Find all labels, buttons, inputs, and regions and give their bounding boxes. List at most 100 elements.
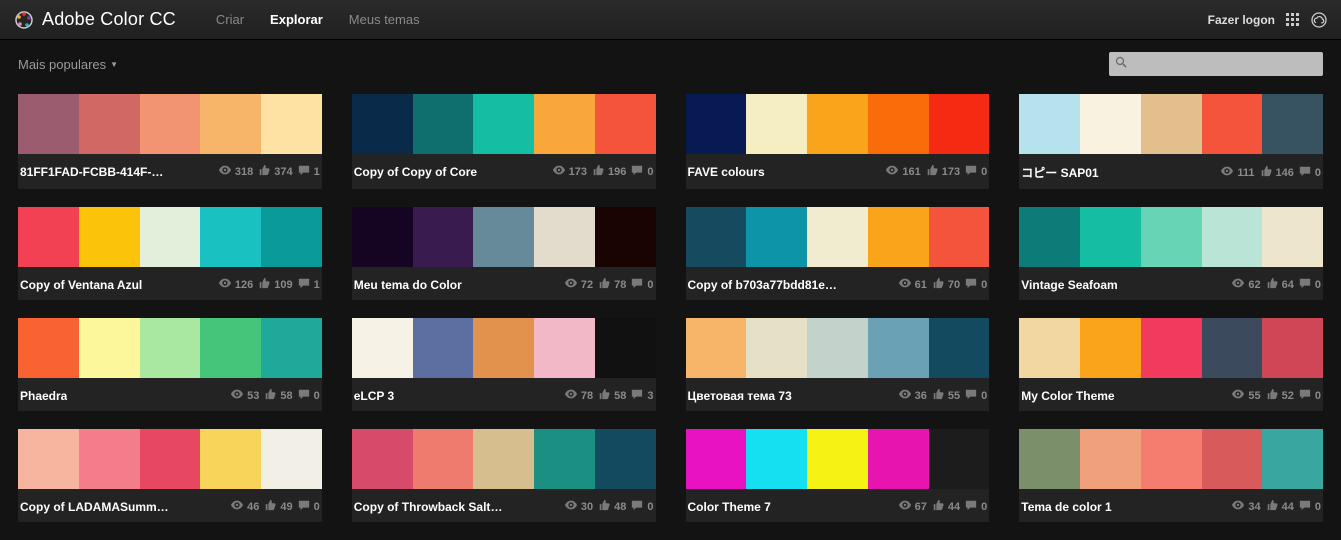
search-box[interactable]: [1109, 52, 1323, 76]
eye-stat[interactable]: 78: [564, 388, 593, 403]
theme-swatches[interactable]: [686, 94, 990, 154]
eye-stat[interactable]: 161: [885, 164, 920, 179]
theme-stats: 34 44 0: [1231, 499, 1321, 514]
theme-swatches[interactable]: [686, 318, 990, 378]
theme-title[interactable]: Color Theme 7: [688, 500, 771, 514]
theme-swatches[interactable]: [686, 207, 990, 267]
theme-swatches[interactable]: [352, 318, 656, 378]
eye-stat[interactable]: 36: [898, 388, 927, 403]
stat-value: 58: [280, 390, 292, 402]
thumb-up-stat[interactable]: 48: [597, 499, 626, 514]
eye-stat[interactable]: 55: [1231, 388, 1260, 403]
theme-title[interactable]: Цветовая тема 73: [688, 389, 792, 403]
eye-stat[interactable]: 34: [1231, 499, 1260, 514]
swatch: [868, 429, 929, 489]
theme-title[interactable]: My Color Theme: [1021, 389, 1114, 403]
eye-stat[interactable]: 46: [230, 499, 259, 514]
nav-my-themes[interactable]: Meus temas: [349, 12, 420, 27]
theme-swatches[interactable]: [352, 207, 656, 267]
thumb-up-stat[interactable]: 44: [931, 499, 960, 514]
stat-value: 36: [915, 390, 927, 402]
theme-title[interactable]: Vintage Seafoam: [1021, 278, 1117, 292]
theme-swatches[interactable]: [1019, 207, 1323, 267]
apps-grid-icon[interactable]: [1285, 12, 1301, 28]
theme-swatches[interactable]: [18, 207, 322, 267]
comment-stat[interactable]: 0: [1298, 277, 1321, 292]
comment-stat[interactable]: 0: [630, 499, 653, 514]
eye-stat[interactable]: 62: [1231, 277, 1260, 292]
eye-stat[interactable]: 111: [1220, 165, 1254, 180]
comment-stat[interactable]: 0: [630, 277, 653, 292]
theme-title[interactable]: Tema de color 1: [1021, 500, 1111, 514]
comment-stat[interactable]: 0: [1298, 165, 1321, 180]
comment-stat[interactable]: 0: [297, 499, 320, 514]
thumb-up-stat[interactable]: 44: [1265, 499, 1294, 514]
theme-swatches[interactable]: [352, 94, 656, 154]
eye-stat[interactable]: 30: [564, 499, 593, 514]
eye-stat[interactable]: 61: [898, 277, 927, 292]
theme-swatches[interactable]: [352, 429, 656, 489]
comment-stat[interactable]: 0: [630, 164, 653, 179]
theme-title[interactable]: Phaedra: [20, 389, 67, 403]
comment-stat[interactable]: 0: [964, 499, 987, 514]
theme-title[interactable]: Copy of b703a77bdd81ea…: [688, 278, 838, 292]
filter-dropdown[interactable]: Mais populares ▼: [18, 57, 118, 72]
theme-swatches[interactable]: [18, 318, 322, 378]
comment-stat[interactable]: 0: [1298, 499, 1321, 514]
search-input[interactable]: [1127, 57, 1317, 71]
thumb-up-stat[interactable]: 78: [597, 277, 626, 292]
thumb-up-stat[interactable]: 49: [263, 499, 292, 514]
theme-swatches[interactable]: [18, 94, 322, 154]
eye-stat[interactable]: 173: [552, 164, 587, 179]
comment-stat[interactable]: 0: [964, 164, 987, 179]
eye-stat[interactable]: 318: [218, 164, 253, 179]
theme-swatches[interactable]: [1019, 318, 1323, 378]
creative-cloud-icon[interactable]: [1311, 12, 1327, 28]
theme-title[interactable]: Copy of Copy of Core: [354, 165, 477, 179]
brand[interactable]: Adobe Color CC: [14, 9, 176, 30]
thumb-up-stat[interactable]: 70: [931, 277, 960, 292]
theme-swatches[interactable]: [686, 429, 990, 489]
thumb-up-stat[interactable]: 374: [257, 164, 292, 179]
thumb-up-stat[interactable]: 109: [257, 277, 292, 292]
thumb-up-stat[interactable]: 58: [597, 388, 626, 403]
theme-swatches[interactable]: [18, 429, 322, 489]
comment-stat[interactable]: 3: [630, 388, 653, 403]
comment-stat[interactable]: 1: [297, 164, 320, 179]
comment-stat[interactable]: 0: [1298, 388, 1321, 403]
comment-stat[interactable]: 0: [964, 388, 987, 403]
theme-title[interactable]: eLCP 3: [354, 389, 394, 403]
thumb-up-stat[interactable]: 52: [1265, 388, 1294, 403]
theme-title[interactable]: Copy of LADAMASummer…: [20, 500, 170, 514]
thumb-up-stat[interactable]: 55: [931, 388, 960, 403]
comment-stat[interactable]: 0: [297, 388, 320, 403]
eye-stat[interactable]: 72: [564, 277, 593, 292]
theme-title[interactable]: Meu tema do Color: [354, 278, 462, 292]
eye-icon: [230, 499, 244, 514]
eye-icon: [564, 388, 578, 403]
theme-title[interactable]: Copy of Ventana Azul: [20, 278, 142, 292]
theme-swatches[interactable]: [1019, 429, 1323, 489]
swatch: [686, 429, 747, 489]
nav-explore[interactable]: Explorar: [270, 12, 323, 27]
swatch: [868, 207, 929, 267]
thumb-up-stat[interactable]: 146: [1259, 165, 1294, 180]
login-button[interactable]: Fazer logon: [1208, 13, 1275, 27]
eye-stat[interactable]: 126: [218, 277, 253, 292]
thumb-up-stat[interactable]: 58: [263, 388, 292, 403]
theme-title[interactable]: FAVE colours: [688, 165, 765, 179]
eye-stat[interactable]: 67: [898, 499, 927, 514]
thumb-up-stat[interactable]: 196: [591, 164, 626, 179]
theme-title[interactable]: 81FF1FAD-FCBB-414F-8DF…: [20, 165, 170, 179]
comment-stat[interactable]: 1: [297, 277, 320, 292]
comment-stat[interactable]: 0: [964, 277, 987, 292]
thumb-up-stat[interactable]: 173: [925, 164, 960, 179]
eye-stat[interactable]: 53: [230, 388, 259, 403]
swatch: [1141, 318, 1202, 378]
theme-card: eLCP 3 78 58 3: [352, 318, 656, 411]
theme-title[interactable]: Copy of Throwback Saltw…: [354, 500, 504, 514]
nav-create[interactable]: Criar: [216, 12, 244, 27]
thumb-up-stat[interactable]: 64: [1265, 277, 1294, 292]
theme-swatches[interactable]: [1019, 94, 1323, 154]
theme-title[interactable]: コピー SAP01: [1021, 164, 1098, 181]
